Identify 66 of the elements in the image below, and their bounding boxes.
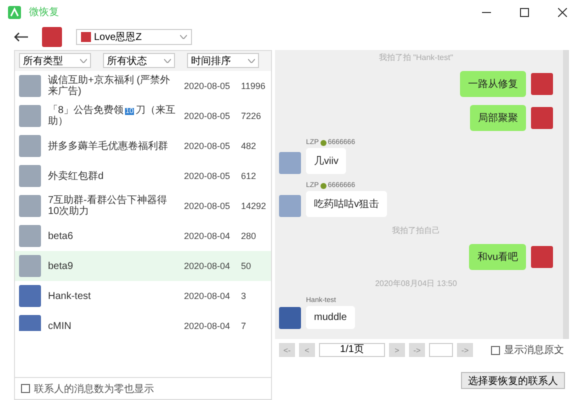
message-count: 7226 — [241, 111, 262, 121]
chevron-down-icon — [248, 58, 255, 62]
checkbox[interactable] — [491, 346, 500, 354]
chevron-down-icon — [164, 58, 171, 62]
contact-name: 7互助群-看群公告下神器得10次助力 — [48, 195, 168, 217]
contact-date: 2020-08-04 — [184, 261, 232, 271]
contact-date: 2020-08-04 — [184, 231, 232, 241]
avatar-placeholder — [531, 107, 553, 129]
checkbox-label: 显示消息原文 — [504, 344, 564, 357]
page-indicator: 1/1页 — [319, 343, 385, 357]
window-title: 微恢复 — [29, 6, 60, 19]
contact-name: 外卖红包群d — [48, 170, 105, 182]
contact-name: beta9 — [48, 260, 74, 272]
message-count: 7 — [241, 321, 248, 331]
contact-date: 2020-08-04 — [184, 291, 232, 301]
received-message-bubble: 吃药咕咕v狙击 — [306, 191, 387, 217]
emoji-icon — [320, 182, 327, 188]
message-count: 280 — [241, 231, 258, 241]
close-icon — [558, 8, 566, 16]
filter-dropdown[interactable]: 所有状态 — [103, 53, 175, 68]
message-count: 3 — [241, 291, 248, 301]
app-logo-icon — [8, 6, 21, 18]
message-count: 482 — [241, 141, 258, 151]
contact-date: 2020-08-05 — [184, 111, 232, 121]
maximize-icon — [520, 8, 528, 16]
contact-name: 诚信互助+京东福利 (严禁外来广告) — [48, 75, 171, 97]
account-avatar — [81, 32, 91, 42]
contact-date: 2020-08-05 — [184, 141, 232, 151]
checkbox-label: 联系人的消息数为零也显示 — [34, 382, 154, 396]
contact-name: cMIN — [48, 320, 72, 331]
chevron-down-icon — [180, 35, 187, 39]
contact-name: 拼多多薅羊毛优惠卷福利群 — [48, 140, 169, 152]
contact-name: beta6 — [48, 230, 74, 242]
system-message: 我拍了拍 "Hank-test" — [378, 52, 454, 63]
contact-name: Hank-test — [48, 290, 92, 302]
filter-dropdown[interactable]: 时间排序 — [187, 53, 259, 68]
message-count: 11996 — [241, 81, 266, 91]
account-dropdown[interactable]: Love恩恩Z — [76, 29, 192, 45]
message-count: 14292 — [241, 201, 267, 211]
contact-date: 2020-08-05 — [184, 81, 232, 91]
page-input[interactable] — [429, 343, 453, 357]
sent-message-bubble: 和vu看吧 — [469, 244, 526, 270]
sent-message-bubble: 局部聚聚 — [470, 105, 526, 131]
message-count: 50 — [241, 261, 252, 271]
avatar-placeholder — [531, 246, 553, 268]
restore-contacts-button[interactable]: 选择要恢复的联系人 — [461, 372, 565, 389]
system-message: 2020年08月04日 13:50 — [375, 278, 457, 289]
avatar-placeholder — [279, 307, 301, 329]
contact-date: 2020-08-05 — [184, 171, 232, 181]
received-message-bubble: muddle — [306, 306, 355, 329]
contact-row[interactable]: beta9 2020-08-04 50 — [15, 251, 271, 281]
emoji-icon — [320, 140, 327, 146]
contact-date: 2020-08-05 — [184, 201, 232, 211]
avatar-placeholder — [279, 152, 301, 174]
avatar-placeholder — [531, 73, 553, 95]
sent-message-bubble: 一路从修复 — [460, 71, 526, 97]
avatar-placeholder — [279, 195, 301, 217]
received-message-bubble: 几viiv — [306, 148, 346, 174]
filter-dropdown[interactable]: 所有类型 — [19, 53, 91, 68]
checkbox[interactable] — [21, 384, 30, 393]
back-arrow-icon[interactable] — [14, 32, 28, 42]
message-count: 612 — [241, 171, 258, 181]
contact-date: 2020-08-04 — [184, 321, 232, 331]
chevron-down-icon — [80, 58, 87, 62]
account-avatar — [42, 27, 62, 47]
system-message: 我拍了拍自己 — [392, 225, 440, 236]
